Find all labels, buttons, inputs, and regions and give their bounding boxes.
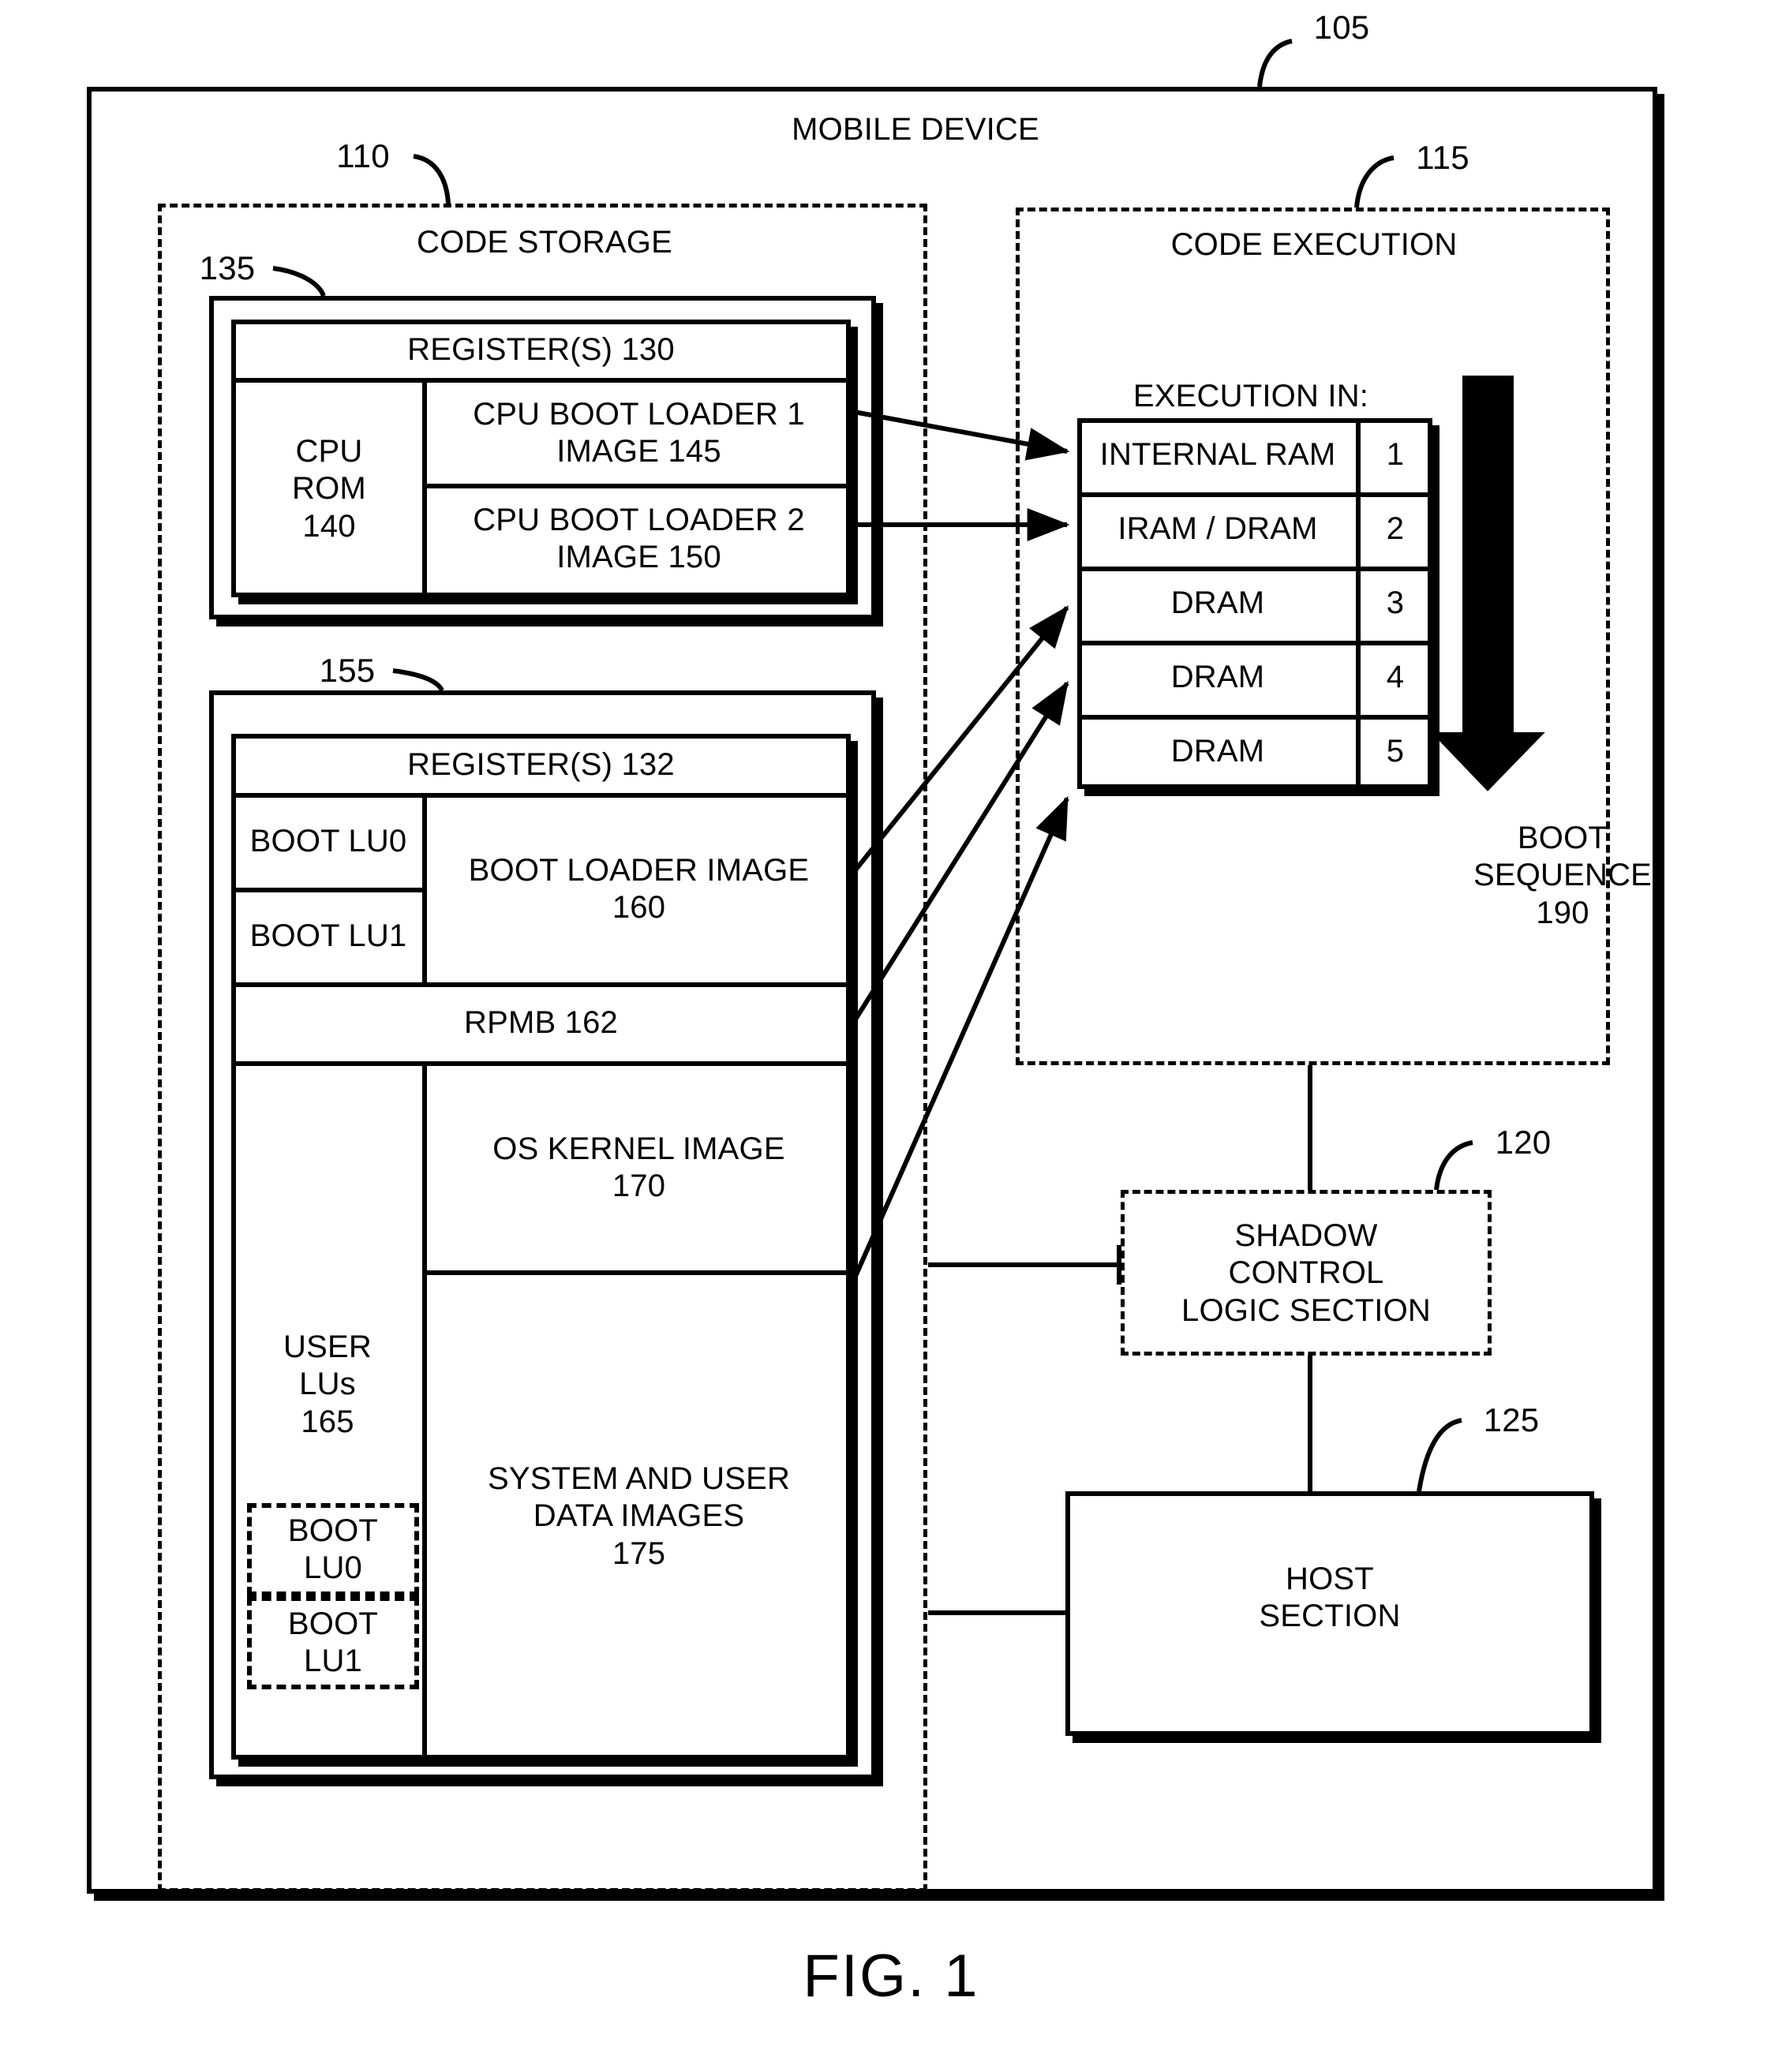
ref-110: 110 [336,137,390,175]
leader-105 [1257,39,1293,88]
boot-sequence-label: BOOT SEQUENCE 190 [1473,821,1653,930]
storage-boot-loader-image: BOOT LOADER IMAGE 160 [468,852,810,925]
table-row: 4 [1386,660,1405,695]
storage-os-kernel-image: OS KERNEL IMAGE 170 [492,1131,785,1203]
ref-125: 125 [1483,1401,1540,1439]
cpu-boot-loader-1: CPU BOOT LOADER 1 IMAGE 145 [473,396,805,469]
figure-canvas: MOBILE DEVICE 105 CODE STORAGE 110 135 R… [0,0,1782,2072]
code-storage-title: CODE STORAGE [417,225,672,260]
table-row: DRAM [1170,734,1265,769]
ref-115: 115 [1416,139,1469,177]
user-boot-lu0-label: BOOT LU0 [287,1513,379,1585]
table-row: 5 [1386,734,1405,769]
ref-120: 120 [1495,1124,1552,1161]
cpu-rom-label: CPU ROM 140 [292,434,366,544]
user-boot-lu1-label: BOOT LU1 [287,1606,379,1678]
code-execution-title: CODE EXECUTION [1170,227,1458,263]
cpu-registers-label: REGISTER(S) 130 [407,332,675,368]
storage-registers-label: REGISTER(S) 132 [407,747,675,783]
mobile-device-title: MOBILE DEVICE [792,112,1039,148]
storage-rpmb-label: RPMB 162 [463,1005,619,1041]
storage-boot-lu0: BOOT LU0 [249,824,407,859]
table-row: 2 [1386,511,1405,547]
figure-caption: FIG. 1 [803,1943,979,2010]
ref-105: 105 [1313,9,1370,47]
storage-system-user-data: SYSTEM AND USER DATA IMAGES 175 [487,1461,791,1571]
shadow-control-logic-label: SHADOW CONTROL LOGIC SECTION [1181,1218,1431,1328]
table-row: 1 [1386,437,1405,473]
ref-135: 135 [199,249,256,287]
table-row: 3 [1386,585,1405,621]
storage-boot-lu1: BOOT LU1 [249,918,407,954]
ref-155: 155 [319,652,376,690]
table-row: INTERNAL RAM [1099,437,1336,473]
table-row: IRAM / DRAM [1117,511,1318,547]
cpu-boot-loader-2: CPU BOOT LOADER 2 IMAGE 150 [473,502,805,574]
table-row: DRAM [1170,660,1265,695]
host-section-label: HOST SECTION [1259,1561,1401,1633]
table-row: DRAM [1170,585,1265,621]
storage-user-lus-label: USER LUs 165 [283,1330,372,1439]
execution-in-caption: EXECUTION IN: [1132,379,1369,414]
